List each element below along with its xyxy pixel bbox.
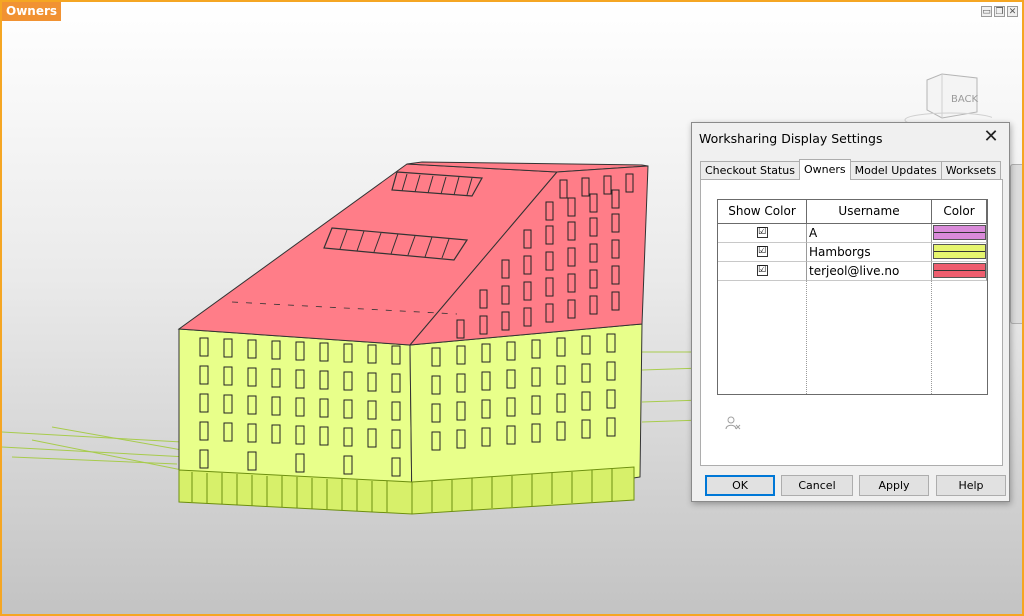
dialog-title: Worksharing Display Settings (699, 131, 883, 146)
apply-button[interactable]: Apply (859, 475, 929, 496)
color-swatch[interactable] (933, 263, 986, 278)
tab-worksets[interactable]: Worksets (940, 161, 1002, 180)
header-username: Username (807, 200, 932, 224)
table-row[interactable]: ☑ terjeol@live.no (718, 262, 987, 281)
table-row[interactable]: ☑ Hamborgs (718, 243, 987, 262)
ok-button[interactable]: OK (705, 475, 775, 496)
owners-panel: Show Color Username Color ☑ A ☑ Hamborgs… (700, 179, 1003, 466)
show-color-checkbox[interactable]: ☑ (756, 227, 768, 238)
header-show-color: Show Color (718, 200, 807, 224)
tab-strip: Checkout Status Owners Model Updates Wor… (700, 159, 1002, 180)
table-empty-area (718, 281, 987, 394)
cancel-button[interactable]: Cancel (781, 475, 853, 496)
header-color: Color (932, 200, 987, 224)
color-swatch[interactable] (933, 244, 986, 259)
username-cell: A (807, 224, 932, 243)
username-cell: Hamborgs (807, 243, 932, 262)
remove-user-icon[interactable] (725, 416, 741, 430)
viewcube-label: BACK (951, 94, 979, 105)
table-header: Show Color Username Color (718, 200, 987, 224)
worksharing-display-settings-dialog: Worksharing Display Settings ✕ Checkout … (691, 122, 1010, 502)
tab-owners[interactable]: Owners (799, 159, 851, 180)
owners-table: Show Color Username Color ☑ A ☑ Hamborgs… (717, 199, 988, 395)
show-color-checkbox[interactable]: ☑ (756, 246, 768, 257)
username-cell: terjeol@live.no (807, 262, 932, 281)
tab-model-updates[interactable]: Model Updates (849, 161, 942, 180)
table-row[interactable]: ☑ A (718, 224, 987, 243)
show-color-checkbox[interactable]: ☑ (756, 265, 768, 276)
help-button[interactable]: Help (936, 475, 1006, 496)
close-icon[interactable]: ✕ (980, 127, 1002, 149)
color-swatch[interactable] (933, 225, 986, 240)
tab-checkout-status[interactable]: Checkout Status (700, 161, 801, 180)
navigation-bar[interactable] (1010, 164, 1022, 324)
